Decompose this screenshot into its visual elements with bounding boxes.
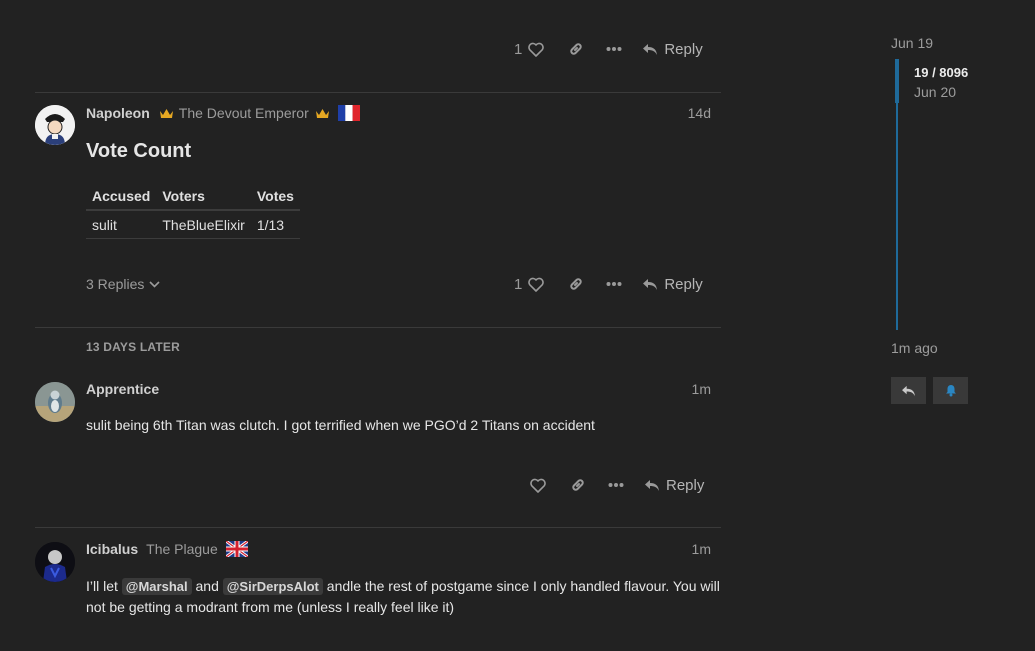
timeline-start-date[interactable]: Jun 19: [891, 35, 933, 51]
post-divider: [35, 527, 721, 528]
avatar[interactable]: [35, 382, 75, 422]
user-title: The Plague: [146, 541, 218, 557]
chevron-down-icon: [149, 280, 160, 288]
notifications-button[interactable]: [933, 377, 968, 404]
post-date[interactable]: 1m: [680, 381, 711, 397]
heart-icon[interactable]: [530, 478, 546, 493]
link-icon[interactable]: [570, 477, 586, 493]
table-header: Accused: [86, 182, 157, 211]
reply-button[interactable]: Reply: [642, 40, 703, 58]
reply-button[interactable]: Reply: [642, 275, 703, 293]
more-icon[interactable]: [608, 482, 624, 488]
timeline-current-date: Jun 20: [914, 84, 957, 100]
table-cell: sulit: [86, 210, 157, 239]
reply-label: Reply: [666, 476, 705, 494]
crown-icon: [159, 108, 174, 119]
vote-table: Accused Voters Votes sulit TheBlueElixir…: [86, 182, 300, 239]
post-date[interactable]: 1m: [680, 541, 711, 557]
link-icon[interactable]: [568, 276, 584, 292]
post-actions: Reply: [530, 474, 704, 496]
time-gap-label: 13 DAYS LATER: [86, 340, 180, 354]
post-body: sulit being 6th Titan was clutch. I got …: [86, 417, 595, 433]
france-flag-icon: [337, 105, 360, 121]
avatar[interactable]: [35, 542, 75, 582]
user-title: The Devout Emperor: [178, 105, 309, 121]
body-text: I’ll let: [86, 578, 118, 594]
post-actions: 1 Reply: [514, 273, 703, 295]
timeline-end-label[interactable]: 1m ago: [891, 340, 938, 356]
table-cell: 1/13: [250, 210, 300, 239]
reply-icon: [643, 278, 658, 290]
post-body: I’ll let @Marshal and @SirDerpsAlot andl…: [86, 576, 726, 618]
username[interactable]: Apprentice: [86, 381, 159, 397]
bell-icon: [945, 385, 956, 397]
like-count: 1: [514, 275, 523, 293]
replies-toggle[interactable]: 3 Replies: [86, 276, 160, 292]
crown-icon: [315, 108, 330, 119]
post-date[interactable]: 14d: [680, 105, 711, 121]
post-header: Napoleon The Devout Emperor: [86, 105, 360, 121]
like-count: 1: [514, 40, 523, 58]
username[interactable]: Napoleon: [86, 105, 150, 121]
reply-icon: [645, 479, 659, 491]
post-divider: [35, 327, 721, 328]
body-text: and: [195, 578, 219, 594]
reply-icon: [902, 385, 915, 396]
reply-label: Reply: [664, 40, 703, 58]
reply-label: Reply: [664, 275, 703, 293]
table-header: Voters: [156, 182, 251, 211]
link-icon[interactable]: [568, 41, 584, 57]
heart-icon[interactable]: [528, 277, 545, 292]
mention-link[interactable]: @SirDerpsAlot: [222, 578, 323, 595]
timeline-handle[interactable]: [895, 59, 899, 103]
replies-label: 3 Replies: [86, 276, 145, 292]
body-text: andle the rest of postgame since I only …: [326, 578, 720, 594]
username[interactable]: Icibalus: [86, 541, 138, 557]
timeline-position: 19 / 8096: [914, 65, 969, 80]
post-heading: Vote Count: [86, 140, 192, 162]
avatar[interactable]: [35, 105, 75, 145]
reply-button[interactable]: Reply: [644, 477, 704, 494]
table-header: Votes: [250, 182, 300, 211]
body-text: not be getting a modrant from me (unless…: [86, 599, 455, 615]
post-divider: [35, 92, 721, 93]
more-icon[interactable]: [606, 46, 622, 52]
mention-link[interactable]: @Marshal: [121, 578, 192, 595]
uk-flag-icon: [225, 541, 248, 557]
table-cell: TheBlueElixir: [156, 210, 251, 239]
reply-topic-button[interactable]: [891, 377, 926, 404]
heart-icon[interactable]: [528, 42, 545, 57]
post-header: Icibalus The Plague: [86, 541, 248, 557]
table-header-row: Accused Voters Votes: [86, 182, 300, 211]
table-row: sulit TheBlueElixir 1/13: [86, 210, 300, 239]
post-actions-top: 1 Reply: [514, 38, 703, 60]
more-icon[interactable]: [606, 281, 622, 287]
reply-icon: [643, 43, 658, 55]
